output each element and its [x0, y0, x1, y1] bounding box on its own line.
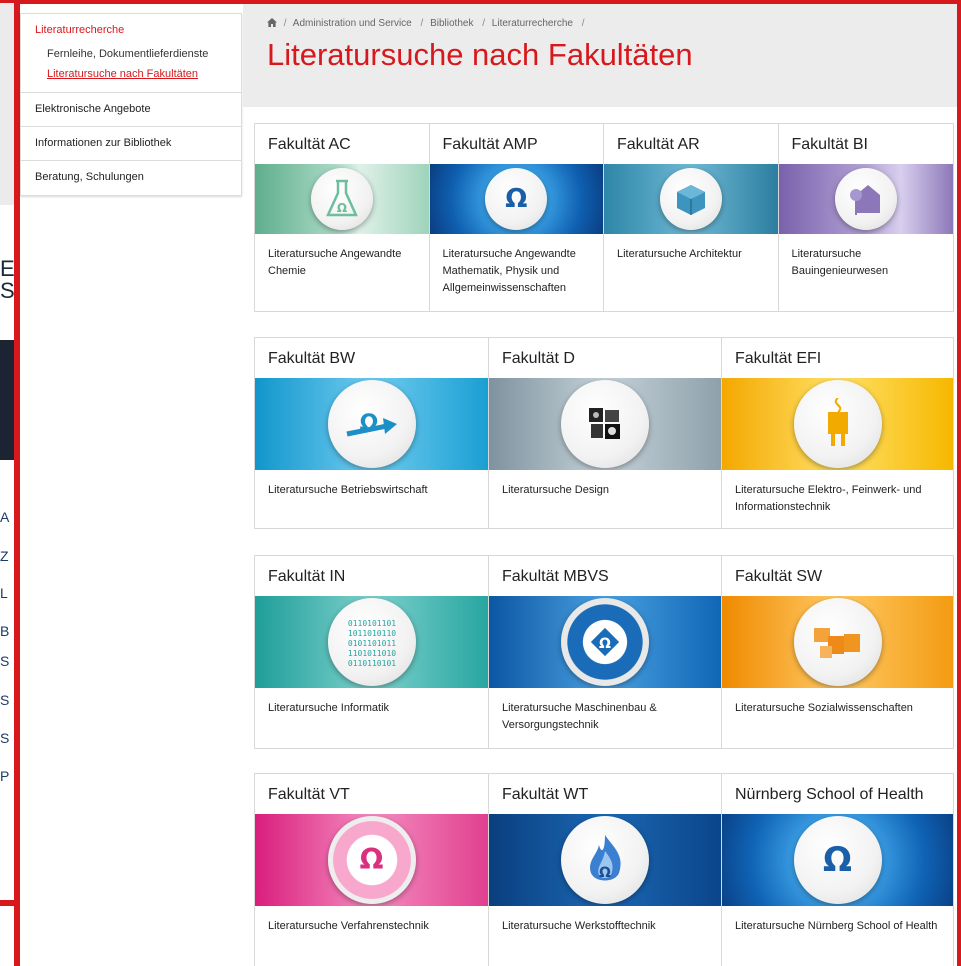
faculty-card-image[interactable]: [604, 164, 778, 234]
faculty-card-description: Literatursuche Elektro-, Feinwerk- und I…: [735, 484, 922, 513]
house-icon: [834, 168, 897, 230]
faculty-card-description: Literatursuche Design: [502, 484, 610, 496]
blocks-icon: [793, 598, 882, 686]
svg-text:1101011010: 1101011010: [347, 649, 395, 658]
logo-icon: Ω: [485, 168, 548, 230]
faculty-card-title[interactable]: Fakultät VT: [255, 774, 488, 814]
faculty-card-title[interactable]: Fakultät IN: [255, 556, 488, 596]
faculty-card-d[interactable]: Fakultät D Literatursuche Design: [489, 338, 722, 528]
gear-icon: Ω: [561, 598, 649, 686]
sidebar-section-literaturrecherche: Literaturrecherche Fernleihe, Dokumentli…: [21, 14, 241, 93]
faculty-card-mbvs[interactable]: Fakultät MBVS Ω Literatursuche Maschinen…: [489, 556, 722, 748]
flame-icon: Ω: [561, 816, 649, 904]
faculty-card-image[interactable]: Ω: [429, 164, 603, 234]
svg-text:1011010110: 1011010110: [347, 629, 395, 638]
breadcrumb-item-bibliothek[interactable]: Bibliothek: [430, 18, 473, 29]
sidebar-section-title[interactable]: Literaturrecherche: [35, 24, 229, 36]
faculty-card-title[interactable]: Fakultät AMP: [430, 124, 604, 164]
home-icon[interactable]: [267, 18, 277, 27]
faculty-card-bw[interactable]: Fakultät BW Ω Literatursuche Betriebswir…: [255, 338, 489, 528]
faculty-group-4: Fakultät VT Ω Literatursuche Verfahrenst…: [254, 773, 954, 966]
faculty-card-ac[interactable]: Fakultät AC Ω Literatursuche Angewandte …: [255, 124, 430, 311]
svg-text:Ω: Ω: [359, 411, 378, 436]
sidebar-item-fernleihe[interactable]: Fernleihe, Dokumentlieferdienste: [47, 48, 229, 60]
faculty-card-description: Literatursuche Nürnberg School of Health: [735, 920, 938, 932]
cycle-icon: Ω: [327, 816, 416, 904]
sidebar-item-beratung[interactable]: Beratung, Schulungen: [21, 161, 241, 195]
breadcrumb-separator: /: [283, 18, 287, 29]
faculty-card-description: Literatursuche Bauingenieurwesen: [791, 248, 889, 277]
faculty-card-title[interactable]: Fakultät MBVS: [489, 556, 721, 596]
faculty-card-title[interactable]: Nürnberg School of Health: [722, 774, 953, 814]
faculty-card-in[interactable]: Fakultät IN 0110101101 1011010110 01011010…: [255, 556, 489, 748]
arrow-logo-icon: Ω: [327, 380, 416, 468]
faculty-card-image[interactable]: [489, 378, 721, 470]
faculty-card-efi[interactable]: Fakultät EFI Literatursuche Elektro-, Fe…: [722, 338, 953, 528]
cube-icon: [659, 168, 722, 230]
sidebar-item-elektronische-angebote[interactable]: Elektronische Angebote: [21, 93, 241, 127]
faculty-card-image[interactable]: [722, 596, 953, 688]
plug-icon: [793, 380, 882, 468]
faculty-card-ar[interactable]: Fakultät AR Literatursuche Architektur: [604, 124, 779, 311]
svg-text:Ω: Ω: [599, 865, 611, 881]
faculty-card-title[interactable]: Fakultät SW: [722, 556, 953, 596]
faculty-card-title[interactable]: Fakultät BW: [255, 338, 488, 378]
svg-text:Ω: Ω: [337, 201, 347, 215]
faculty-card-image[interactable]: Ω: [255, 814, 488, 906]
faculty-card-title[interactable]: Fakultät AC: [255, 124, 429, 164]
faculty-card-image[interactable]: [722, 378, 953, 470]
faculty-card-sw[interactable]: Fakultät SW Literatursuche Sozialwissens…: [722, 556, 953, 748]
collage-icon: [561, 380, 649, 468]
faculty-card-description: Literatursuche Werkstofftechnik: [502, 920, 656, 932]
faculty-group-2: Fakultät BW Ω Literatursuche Betriebswir…: [254, 337, 954, 529]
svg-text:0101101011: 0101101011: [347, 639, 395, 648]
logo-icon: Ω: [793, 816, 882, 904]
faculty-card-image[interactable]: 0110101101 1011010110 0101101011 1101011010…: [255, 596, 488, 688]
breadcrumb-item-literaturrecherche[interactable]: Literaturrecherche: [492, 18, 573, 29]
faculty-card-description: Literatursuche Sozialwissenschaften: [735, 702, 913, 714]
page-header: / Administration und Service / Bibliothe…: [243, 4, 957, 107]
binary-icon: 0110101101 1011010110 0101101011 1101011010…: [327, 598, 416, 686]
faculty-group-3: Fakultät IN 0110101101 1011010110 01011010…: [254, 555, 954, 749]
svg-text:Ω: Ω: [599, 636, 611, 652]
faculty-card-image[interactable]: [778, 164, 953, 234]
faculty-card-description: Literatursuche Angewandte Chemie: [268, 248, 402, 277]
faculty-card-title[interactable]: Fakultät D: [489, 338, 721, 378]
sidebar-item-informationen[interactable]: Informationen zur Bibliothek: [21, 127, 241, 161]
breadcrumb: / Administration und Service / Bibliothe…: [267, 18, 589, 29]
sidebar-item-literatursuche-active[interactable]: Literatursuche nach Fakultäten: [47, 68, 229, 80]
faculty-card-description: Literatursuche Betriebswirtschaft: [268, 484, 428, 496]
faculty-card-description: Literatursuche Architektur: [617, 248, 742, 260]
faculty-card-description: Literatursuche Angewandte Mathematik, Ph…: [442, 248, 576, 294]
faculty-card-image[interactable]: Ω: [255, 164, 429, 234]
breadcrumb-separator: /: [420, 18, 424, 29]
faculty-card-image[interactable]: Ω: [489, 596, 721, 688]
page-title: Literatursuche nach Fakultäten: [267, 37, 693, 72]
faculty-card-title[interactable]: Fakultät EFI: [722, 338, 953, 378]
faculty-card-image[interactable]: Ω: [255, 378, 488, 470]
faculty-card-bi[interactable]: Fakultät BI Literatursuche Bauingenieurw…: [778, 124, 954, 311]
faculty-card-title[interactable]: Fakultät BI: [779, 124, 954, 164]
faculty-card-title[interactable]: Fakultät AR: [604, 124, 778, 164]
faculty-overlay-panel: Literaturrecherche Fernleihe, Dokumentli…: [14, 0, 961, 966]
breadcrumb-item-administration[interactable]: Administration und Service: [293, 18, 412, 29]
svg-text:0110101101: 0110101101: [347, 619, 395, 628]
svg-text:0110110101: 0110110101: [347, 659, 395, 668]
sidebar-nav: Literaturrecherche Fernleihe, Dokumentli…: [20, 13, 242, 196]
flask-icon: Ω: [310, 168, 373, 230]
breadcrumb-separator: /: [581, 18, 585, 29]
faculty-card-amp[interactable]: Fakultät AMP Ω Literatursuche Angewandte…: [429, 124, 604, 311]
faculty-card-description: Literatursuche Informatik: [268, 702, 390, 714]
faculty-card-image[interactable]: Ω: [722, 814, 953, 906]
faculty-card-nsh[interactable]: Nürnberg School of Health Ω Literatursuc…: [722, 774, 953, 966]
faculty-card-wt[interactable]: Fakultät WT Ω Literatursuche Werkstoffte…: [489, 774, 722, 966]
breadcrumb-separator: /: [482, 18, 486, 29]
faculty-card-vt[interactable]: Fakultät VT Ω Literatursuche Verfahrenst…: [255, 774, 489, 966]
faculty-card-image[interactable]: Ω: [489, 814, 721, 906]
faculty-card-description: Literatursuche Verfahrenstechnik: [268, 920, 429, 932]
faculty-card-title[interactable]: Fakultät WT: [489, 774, 721, 814]
faculty-group-1: Fakultät AC Ω Literatursuche Angewandte …: [254, 123, 954, 312]
faculty-card-description: Literatursuche Maschinenbau & Versorgung…: [502, 702, 657, 731]
